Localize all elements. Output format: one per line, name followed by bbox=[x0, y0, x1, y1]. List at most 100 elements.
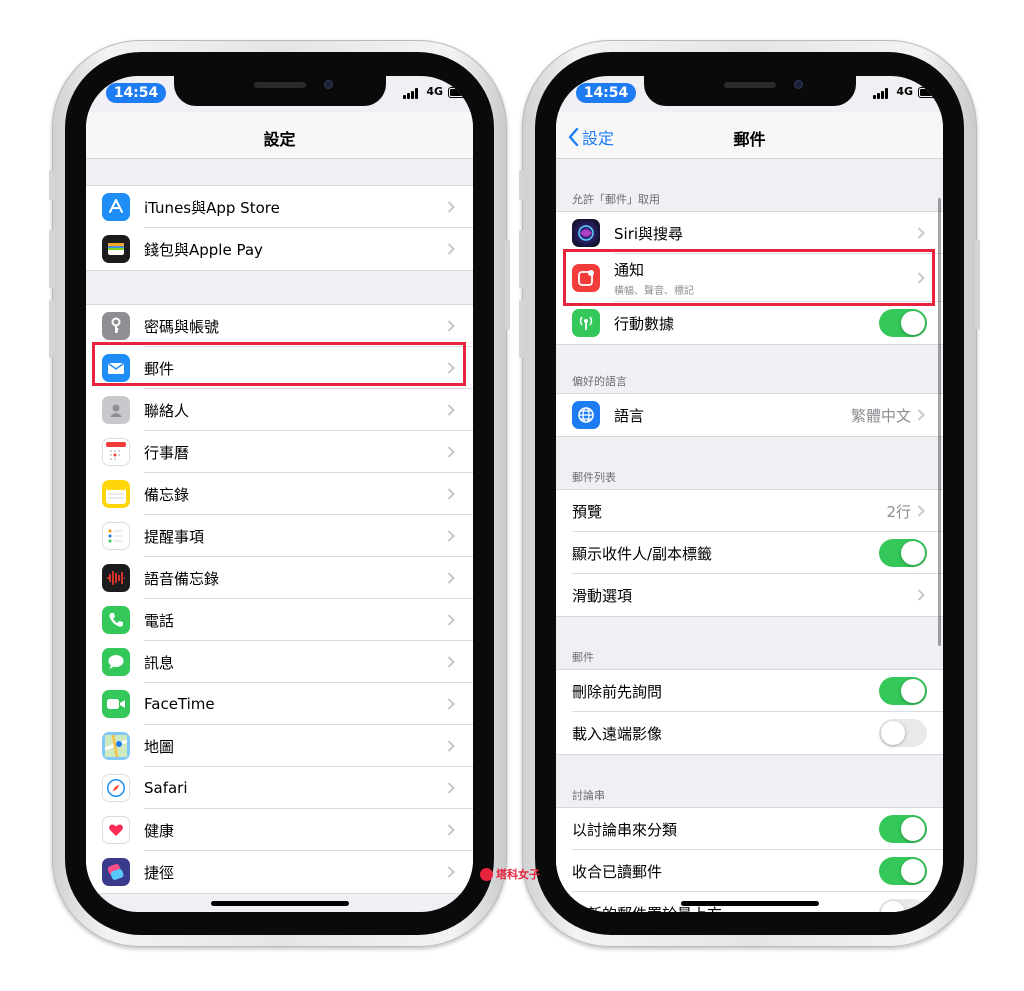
ask-before-delete-toggle[interactable] bbox=[879, 677, 927, 705]
shortcuts-icon bbox=[102, 858, 130, 886]
row-label: 通知橫幅、聲音、標記 bbox=[614, 259, 917, 297]
latest-on-top-toggle[interactable] bbox=[879, 899, 927, 912]
settings-row-label: FaceTime bbox=[144, 695, 215, 713]
settings-row-label: 錢包與Apple Pay bbox=[144, 240, 263, 259]
mute-switch bbox=[49, 170, 54, 200]
signal-icon bbox=[403, 88, 421, 99]
cellular-toggle[interactable] bbox=[879, 309, 927, 337]
home-indicator[interactable] bbox=[210, 901, 349, 906]
settings-row-label: 密碼與帳號 bbox=[144, 317, 220, 336]
settings-row-health[interactable]: 健康 bbox=[86, 809, 473, 851]
network-type: 4G bbox=[426, 85, 443, 98]
page-title: 郵件 bbox=[733, 130, 766, 149]
settings-group-apps: 密碼與帳號郵件聯絡人行事曆備忘錄提醒事項語音備忘錄電話 訊息 FaceTime 地圖 S… bbox=[86, 304, 473, 894]
battery-icon bbox=[448, 87, 472, 98]
chevron-right-icon bbox=[917, 589, 925, 601]
row-label: 行動數據 bbox=[614, 314, 675, 333]
volume-up-button bbox=[519, 230, 524, 288]
signal-icon bbox=[873, 88, 891, 99]
settings-row-app-store[interactable]: iTunes與App Store bbox=[86, 186, 473, 228]
settings-row-notes[interactable]: 備忘錄 bbox=[86, 473, 473, 515]
watermark: 塔科女子 bbox=[480, 866, 540, 882]
mail-settings-list: 允許「郵件」取用 Siri與搜尋 通知 橫幅、聲音、標記 行動數據 偏好的語言 … bbox=[556, 185, 943, 912]
home-indicator[interactable] bbox=[680, 901, 819, 906]
watermark-logo-icon bbox=[480, 867, 493, 881]
settings-row-label: 備忘錄 bbox=[144, 485, 190, 504]
chevron-right-icon bbox=[447, 614, 455, 626]
settings-row-contacts[interactable]: 聯絡人 bbox=[86, 389, 473, 431]
collapse-read-toggle[interactable] bbox=[879, 857, 927, 885]
group-message-list: 預覽 2行 顯示收件人/副本標籤 滑動選項 bbox=[556, 489, 943, 617]
settings-row-label: 聯絡人 bbox=[144, 401, 190, 420]
volume-down-button bbox=[49, 300, 54, 358]
row-label: 收合已讀郵件 bbox=[572, 862, 663, 881]
row-cellular: 行動數據 bbox=[556, 302, 943, 344]
row-notifications[interactable]: 通知橫幅、聲音、標記 bbox=[556, 254, 943, 302]
settings-row-mail[interactable]: 郵件 bbox=[86, 347, 473, 389]
chevron-right-icon bbox=[447, 243, 455, 255]
settings-screen: 14:54 4G 設定 iTunes與App Store 錢包與Apple Pay… bbox=[86, 76, 473, 912]
notifications-sublabel: 橫幅、聲音、標記 bbox=[614, 286, 694, 297]
network-type: 4G bbox=[896, 85, 913, 98]
settings-row-maps[interactable]: 地圖 bbox=[86, 725, 473, 767]
row-preview[interactable]: 預覽 2行 bbox=[556, 490, 943, 532]
row-swipe-options[interactable]: 滑動選項 bbox=[556, 574, 943, 616]
settings-row-label: Safari bbox=[144, 779, 188, 797]
group-threading: 以討論串來分類 收合已讀郵件 最新的郵件置於最上方 bbox=[556, 807, 943, 912]
nav-bar: 設定 bbox=[86, 112, 473, 159]
notifications-label: 通知 bbox=[614, 261, 645, 279]
preview-value: 2行 bbox=[886, 502, 911, 521]
health-icon bbox=[102, 816, 130, 844]
scrollbar[interactable] bbox=[938, 198, 941, 646]
settings-row-messages[interactable]: 訊息 bbox=[86, 641, 473, 683]
settings-row-facetime[interactable]: FaceTime bbox=[86, 683, 473, 725]
row-language[interactable]: 語言 繁體中文 bbox=[556, 394, 943, 436]
calendar-icon bbox=[102, 438, 130, 466]
settings-row-key[interactable]: 密碼與帳號 bbox=[86, 305, 473, 347]
watermark-text: 塔科女子 bbox=[496, 868, 540, 881]
left-phone-frame: 14:54 4G 設定 iTunes與App Store 錢包與Apple Pay… bbox=[49, 40, 510, 947]
front-camera bbox=[323, 80, 333, 89]
status-time: 14:54 bbox=[576, 83, 636, 103]
row-label: 預覽 bbox=[572, 502, 603, 521]
settings-row-calendar[interactable]: 行事曆 bbox=[86, 431, 473, 473]
safari-icon bbox=[102, 774, 130, 802]
load-remote-images-toggle[interactable] bbox=[879, 719, 927, 747]
settings-row-wallet[interactable]: 錢包與Apple Pay bbox=[86, 228, 473, 270]
cellular-antenna-icon bbox=[572, 309, 600, 337]
row-label: 語言 bbox=[614, 406, 645, 425]
section-header-messages: 郵件 bbox=[572, 651, 594, 664]
maps-icon bbox=[102, 732, 130, 760]
chevron-right-icon bbox=[447, 698, 455, 710]
settings-row-label: 語音備忘錄 bbox=[144, 569, 220, 588]
messages-icon bbox=[102, 648, 130, 676]
row-show-to-cc: 顯示收件人/副本標籤 bbox=[556, 532, 943, 574]
show-to-cc-toggle[interactable] bbox=[879, 539, 927, 567]
chevron-right-icon bbox=[917, 227, 925, 239]
globe-icon bbox=[572, 401, 600, 429]
group-access: Siri與搜尋 通知橫幅、聲音、標記 行動數據 bbox=[556, 211, 943, 345]
contacts-icon bbox=[102, 396, 130, 424]
settings-row-label: 地圖 bbox=[144, 737, 175, 756]
section-header-list: 郵件列表 bbox=[572, 471, 616, 484]
section-header-language: 偏好的語言 bbox=[572, 375, 627, 388]
chevron-right-icon bbox=[917, 505, 925, 517]
chevron-right-icon bbox=[447, 201, 455, 213]
chevron-right-icon bbox=[917, 272, 925, 284]
settings-row-phone[interactable]: 電話 bbox=[86, 599, 473, 641]
reminders-icon bbox=[102, 522, 130, 550]
settings-row-shortcuts[interactable]: 捷徑 bbox=[86, 851, 473, 893]
row-siri[interactable]: Siri與搜尋 bbox=[556, 212, 943, 254]
settings-row-safari[interactable]: Safari bbox=[86, 767, 473, 809]
phone-icon bbox=[102, 606, 130, 634]
settings-row-reminders[interactable]: 提醒事項 bbox=[86, 515, 473, 557]
chevron-right-icon bbox=[447, 866, 455, 878]
section-header-access: 允許「郵件」取用 bbox=[572, 193, 660, 206]
chevron-right-icon bbox=[447, 320, 455, 332]
settings-list: iTunes與App Store 錢包與Apple Pay 密碼與帳號郵件聯絡人行… bbox=[86, 185, 473, 894]
app-store-icon bbox=[102, 193, 130, 221]
organize-by-thread-toggle[interactable] bbox=[879, 815, 927, 843]
wallet-icon bbox=[102, 235, 130, 263]
settings-row-voice-memos[interactable]: 語音備忘錄 bbox=[86, 557, 473, 599]
status-time: 14:54 bbox=[106, 83, 166, 103]
